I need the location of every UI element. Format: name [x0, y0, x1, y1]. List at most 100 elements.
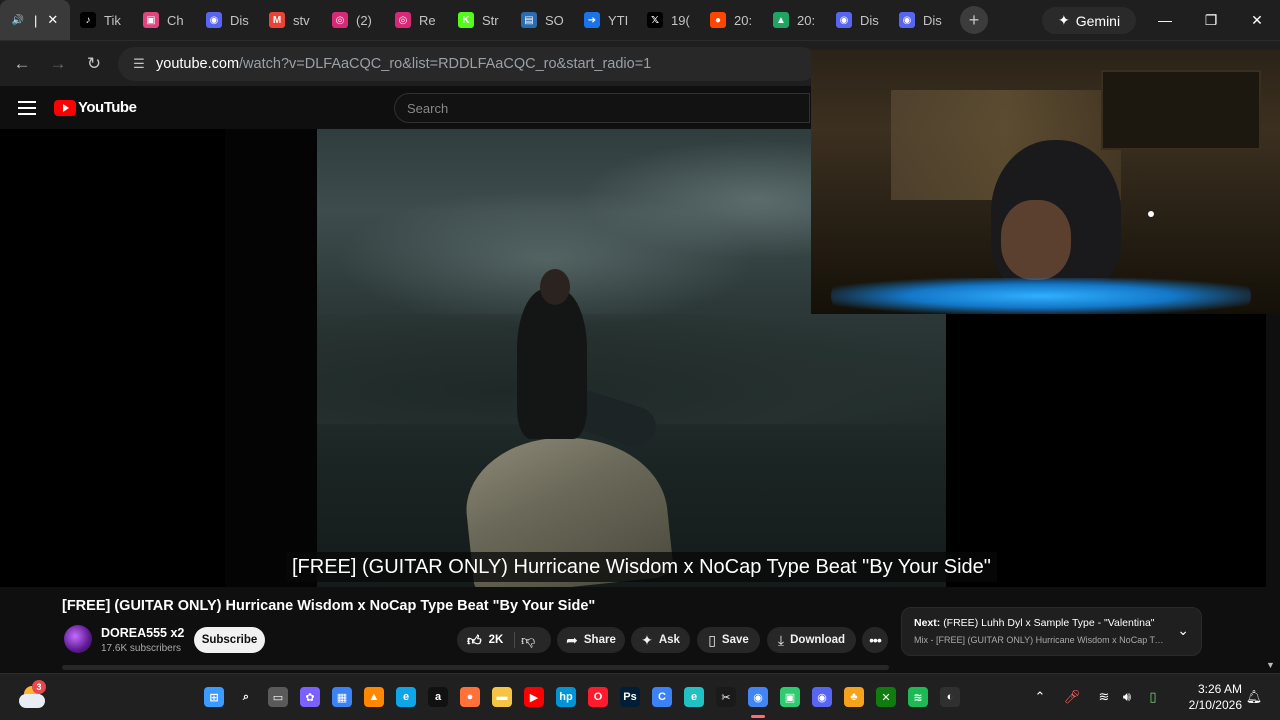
scrollbar[interactable] [62, 665, 889, 670]
new-tab-button[interactable]: + [960, 6, 988, 34]
browser-tab[interactable]: ➜ YTI [574, 0, 637, 40]
task-view-icon[interactable]: ▭ [268, 687, 288, 707]
browser-tab[interactable]: K Str [448, 0, 511, 40]
gemini-label: Gemini [1075, 12, 1121, 29]
search-placeholder: Search [407, 100, 449, 116]
copilot-icon[interactable]: ✿ [300, 687, 320, 707]
vlc-icon[interactable]: ▲ [364, 687, 384, 707]
microphone-icon[interactable]: 🎤︎ [1063, 687, 1081, 707]
close-tab-icon[interactable]: ✕ [47, 12, 58, 28]
browser-tab[interactable]: ◉ Dis [196, 0, 259, 40]
edge-icon[interactable]: e [396, 687, 416, 707]
opera-icon[interactable]: O [588, 687, 608, 707]
like-dislike-group: 👍︎ 2K 👎︎ [457, 627, 551, 653]
chevron-down-icon[interactable]: ⌄ [1177, 622, 1189, 639]
close-window-button[interactable]: ✕ [1234, 0, 1280, 40]
scroll-down-arrow-icon[interactable]: ▼ [1266, 660, 1275, 670]
subscribe-button[interactable]: Subscribe [194, 627, 265, 653]
search-icon[interactable]: ⌕ [236, 687, 256, 707]
download-button[interactable]: ⤓ Download [767, 627, 856, 653]
menu-icon[interactable] [18, 101, 36, 115]
discord-icon: ◉ [899, 12, 915, 28]
browser-tab-label: Tik [104, 12, 121, 28]
channel-name[interactable]: DOREA555 x2 [101, 626, 184, 640]
forward-arrow-icon[interactable]: → [45, 51, 71, 77]
ask-button[interactable]: ✦ Ask [631, 627, 690, 653]
capcut-icon[interactable]: C [652, 687, 672, 707]
browser-tab[interactable]: ● 20: [700, 0, 763, 40]
browser-tab[interactable]: ▲ 20: [763, 0, 826, 40]
browser-tab-label: Dis [860, 12, 879, 28]
save-label: Save [721, 634, 749, 646]
browser-tab[interactable]: ◎ (2) [322, 0, 385, 40]
notification-badge: 3 [32, 680, 46, 694]
active-app-indicator [751, 715, 765, 718]
taskbar: 3 ⌃ 🎤︎ ≋ 🔊︎ ▯ 3:26 AM 2/10/2026 🔔︎ ⊞ ⌕ ▭ ✿ ▦… [0, 673, 1280, 720]
instagram-icon: ◎ [395, 12, 411, 28]
show-hidden-icons-chevron-icon[interactable]: ⌃ [1031, 687, 1049, 707]
spotify-icon[interactable]: ≋ [908, 687, 928, 707]
browser-tab[interactable]: ◎ Re [385, 0, 448, 40]
restore-button[interactable]: ❐ [1188, 0, 1234, 40]
chrome-icon[interactable]: ◉ [748, 687, 768, 707]
explorer-icon[interactable]: ▬ [492, 687, 512, 707]
start-icon[interactable]: ⊞ [204, 687, 224, 707]
browser-tab[interactable]: ▤ SO [511, 0, 574, 40]
clock[interactable]: 3:26 AM 2/10/2026 [1176, 681, 1242, 713]
fruity-icon[interactable]: ♣ [844, 687, 864, 707]
next-title: (FREE) Luhh Dyl x Sample Type - "Valenti… [943, 617, 1155, 629]
obs-icon[interactable]: ◐ [940, 687, 960, 707]
firefox-icon[interactable]: ● [460, 687, 480, 707]
browser-tab-label: Str [482, 12, 499, 28]
save-button[interactable]: ▯ Save [697, 627, 760, 653]
browser-tab[interactable]: ◉ Dis [826, 0, 889, 40]
store-icon[interactable]: ▦ [332, 687, 352, 707]
share-button[interactable]: ➦ Share [557, 627, 625, 653]
youtube-logo-text: YouTube [78, 99, 137, 116]
browser-tab[interactable]: ▣ Ch [133, 0, 196, 40]
discord-icon[interactable]: ◉ [812, 687, 832, 707]
tiktok-icon: ♪ [80, 12, 96, 28]
back-arrow-icon[interactable]: ← [9, 51, 35, 77]
amazon-icon[interactable]: a [428, 687, 448, 707]
next-video-title-line: Next: (FREE) Luhh Dyl x Sample Type - "V… [914, 617, 1155, 629]
notification-bell-icon[interactable]: 🔔︎ [1245, 687, 1263, 707]
like-button[interactable]: 👍︎ 2K [467, 627, 503, 653]
kick-icon: K [458, 12, 474, 28]
reload-icon[interactable]: ↻ [81, 51, 107, 77]
photoshop-icon[interactable]: Ps [620, 687, 640, 707]
browser-tab-label: | [34, 12, 38, 28]
site-settings-icon[interactable]: ☰ [130, 55, 148, 73]
x-icon: 𝕏 [647, 12, 663, 28]
hp-icon[interactable]: hp [556, 687, 576, 707]
minimize-button[interactable]: — [1142, 0, 1188, 40]
youtube-logo[interactable]: YouTube [54, 99, 137, 116]
battery-icon[interactable]: ▯ [1144, 687, 1162, 707]
browser-tab[interactable]: Mstv [259, 0, 322, 40]
dislike-button[interactable]: 👎︎ [521, 627, 535, 653]
volume-icon[interactable]: 🔊︎ [1118, 687, 1136, 707]
search-input[interactable]: Search [394, 93, 810, 123]
browser-tab[interactable]: 🔊 | ✕ [0, 0, 70, 40]
gemini-button[interactable]: ✦ Gemini [1042, 7, 1137, 34]
weather-widget[interactable]: 3 [18, 680, 46, 708]
video-caption: [FREE] (GUITAR ONLY) Hurricane Wisdom x … [286, 552, 997, 582]
person-image [517, 289, 587, 439]
wifi-icon[interactable]: ≋ [1095, 687, 1113, 707]
youtube-icon[interactable]: ▶ [524, 687, 544, 707]
android-icon[interactable]: ▣ [780, 687, 800, 707]
xbox-icon[interactable]: ✕ [876, 687, 896, 707]
bookmark-icon: ▯ [708, 631, 716, 648]
more-options-icon[interactable]: ••• [862, 627, 888, 653]
url-path: /watch?v=DLFAaCQC_ro&list=RDDLFAaCQC_ro&… [239, 56, 652, 72]
browser-tab[interactable]: 𝕏 19( [637, 0, 700, 40]
url-field[interactable]: ☰ youtube.com /watch?v=DLFAaCQC_ro&list=… [118, 47, 818, 81]
edge-icon-2[interactable]: e [684, 687, 704, 707]
capcut-icon-2[interactable]: ✂ [716, 687, 736, 707]
next-video-card[interactable]: Next: (FREE) Luhh Dyl x Sample Type - "V… [901, 607, 1202, 656]
share-label: Share [583, 634, 616, 646]
browser-tab[interactable]: ◉ Dis [889, 0, 952, 40]
browser-tab[interactable]: ♪ Tik [70, 0, 133, 40]
browser-tab-label: 19( [671, 12, 690, 28]
channel-avatar[interactable] [64, 625, 92, 653]
